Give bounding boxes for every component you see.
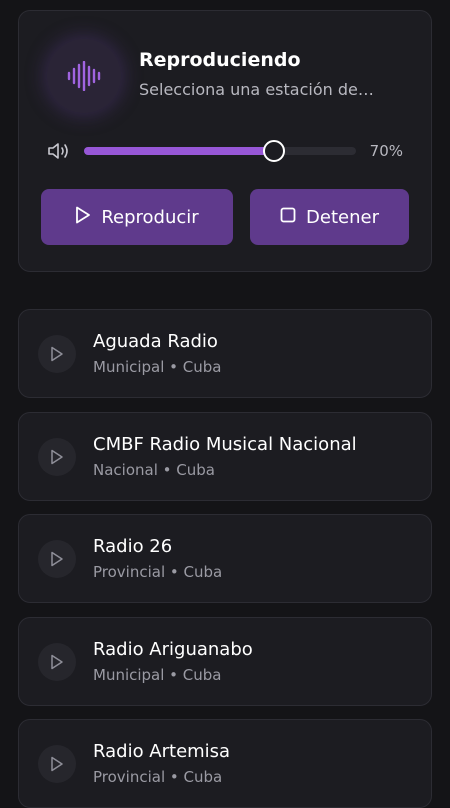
play-icon	[51, 346, 63, 362]
play-button[interactable]: Reproducir	[41, 189, 233, 245]
volume-slider-thumb[interactable]	[263, 140, 286, 162]
volume-slider-fill	[84, 147, 275, 155]
speaker-icon[interactable]	[47, 141, 71, 165]
now-playing-card: Reproduciendo Selecciona una estación de…	[18, 10, 432, 272]
station-name: Radio Ariguanabo	[93, 638, 253, 660]
station-meta: Provincial • Cuba	[93, 563, 223, 581]
station-meta: Municipal • Cuba	[93, 665, 222, 684]
play-icon	[51, 449, 63, 464]
station-item[interactable]: CMBF Radio Musical Nacional Nacional • Cu…	[18, 411, 432, 501]
station-item[interactable]: Radio Artemisa Provincial • Cuba	[18, 719, 432, 808]
station-name: Radio Artemisa	[93, 741, 231, 762]
station-play-button[interactable]	[38, 335, 76, 373]
volume-slider[interactable]	[84, 140, 356, 162]
volume-percentage: 70%	[369, 142, 403, 160]
play-button-label: Reproducir	[101, 206, 199, 228]
station-name: Aguada Radio	[93, 331, 218, 352]
play-icon	[51, 756, 63, 772]
play-icon	[51, 654, 63, 669]
station-meta: Municipal • Cuba	[93, 358, 222, 376]
station-meta: Nacional • Cuba	[93, 460, 215, 479]
station-item[interactable]: Radio 26 Provincial • Cuba	[18, 514, 432, 603]
play-icon	[51, 551, 63, 567]
station-name: CMBF Radio Musical Nacional	[93, 433, 357, 455]
stop-button-label: Detener	[306, 206, 379, 228]
sound-wave-icon	[47, 39, 121, 113]
station-play-button[interactable]	[38, 642, 76, 681]
station-name: Radio 26	[93, 536, 173, 557]
station-play-button[interactable]	[38, 437, 76, 476]
station-play-button[interactable]	[38, 745, 76, 783]
station-play-button[interactable]	[38, 540, 76, 578]
play-icon	[75, 206, 91, 229]
station-item[interactable]: Aguada Radio Municipal • Cuba	[18, 309, 432, 398]
station-meta: Provincial • Cuba	[93, 768, 223, 786]
now-playing-title: Reproduciendo	[139, 49, 301, 71]
stop-button[interactable]: Detener	[250, 189, 409, 245]
stop-icon	[280, 207, 296, 228]
now-playing-subtitle: Selecciona una estación de…	[139, 80, 374, 99]
station-item[interactable]: Radio Ariguanabo Municipal • Cuba	[18, 616, 432, 706]
